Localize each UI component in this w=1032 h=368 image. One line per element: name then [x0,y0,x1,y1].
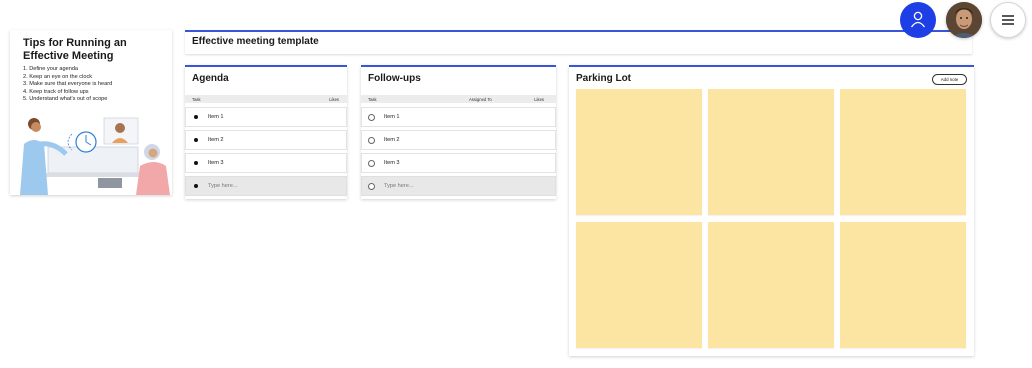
sticky-note[interactable] [708,222,834,348]
bullet-icon [194,184,198,188]
column-likes: Likes [329,96,339,102]
tip-item: 2. Keep an eye on the clock [23,73,93,80]
followup-row[interactable]: Item 3 [361,153,556,173]
user-button[interactable] [900,2,936,38]
followups-column-header: Task Assigned To Likes [361,95,556,103]
agenda-row[interactable]: Item 1 [185,107,347,127]
agenda-title: Agenda [192,73,229,84]
tip-item: 3. Make sure that everyone is heard [23,81,113,88]
followup-item-text: Item 3 [384,160,400,166]
agenda-row[interactable]: Item 2 [185,130,347,150]
bullet-icon [194,138,198,142]
agenda-row[interactable]: Item 3 [185,153,347,173]
agenda-panel: Agenda Task Likes Item 1 Item 2 Item 3 T… [185,65,347,199]
agenda-new-item-input[interactable]: Type here... [185,176,347,196]
hamburger-menu-icon [1002,15,1014,25]
agenda-item-text: Item 2 [208,137,224,143]
add-note-button[interactable]: Add note [932,74,967,85]
parking-lot-panel: Parking Lot Add note [569,65,974,356]
followup-row[interactable]: Item 2 [361,130,556,150]
checkbox-circle-icon[interactable] [368,160,375,167]
user-icon [910,11,926,28]
bullet-icon [194,115,198,119]
followup-row[interactable]: Item 1 [361,107,556,127]
agenda-item-text: Item 3 [208,160,224,166]
column-task: Task [368,96,377,102]
sticky-note[interactable] [840,89,966,215]
template-title-card: Effective meeting template [185,30,972,54]
sticky-note[interactable] [576,89,702,215]
sticky-note[interactable] [576,222,702,348]
page-title: Effective meeting template [192,36,319,47]
bullet-icon [194,161,198,165]
sticky-note[interactable] [840,222,966,348]
agenda-item-text: Item 1 [208,114,224,120]
column-likes: Likes [534,96,544,102]
menu-button[interactable] [990,2,1026,38]
tips-title: Tips for Running an Effective Meeting [23,37,127,62]
agenda-column-header: Task Likes [185,95,347,103]
tip-item: 5. Understand what's out of scope [23,96,108,103]
followup-item-text: Item 2 [384,137,400,143]
followup-new-item-input[interactable]: Type here... [361,176,556,196]
checkbox-circle-icon[interactable] [368,137,375,144]
tip-item: 1. Define your agenda [23,66,79,72]
followups-panel: Follow-ups Task Assigned To Likes Item 1… [361,65,556,199]
tip-item: 4. Keep track of follow ups [23,88,89,95]
followups-title: Follow-ups [368,73,421,84]
tips-list: 1. Define your agenda 2. Keep an eye on … [23,66,112,104]
avatar-photo [946,2,982,38]
meeting-illustration [20,117,170,195]
tips-card: Tips for Running an Effective Meeting 1.… [10,30,172,195]
followup-input-placeholder: Type here... [384,183,414,189]
followup-item-text: Item 1 [384,114,400,120]
checkbox-circle-icon[interactable] [368,114,375,121]
checkbox-circle-icon [368,183,375,190]
column-task: Task [192,96,201,102]
agenda-input-placeholder: Type here... [208,183,238,189]
column-assigned-to: Assigned To [469,96,492,102]
parking-lot-title: Parking Lot [576,73,632,84]
avatar[interactable] [946,2,982,38]
sticky-note[interactable] [708,89,834,215]
